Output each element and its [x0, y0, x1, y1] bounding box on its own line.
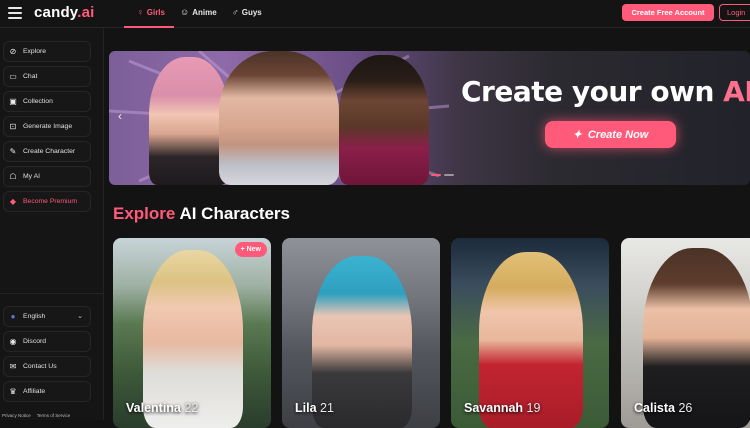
new-badge: + New — [234, 242, 267, 257]
sidebar-divider — [0, 293, 103, 294]
menu-icon[interactable] — [8, 7, 22, 19]
character-name: Savannah 19 — [464, 401, 540, 415]
mail-icon: ✉ — [9, 362, 17, 371]
section-title-main: AI Characters — [175, 204, 291, 223]
sidebar-item-affiliate[interactable]: ♛ Affiliate — [3, 381, 91, 402]
discord-icon: ◉ — [9, 337, 17, 346]
create-now-button[interactable]: ✦ Create Now — [545, 121, 676, 148]
sidebar-item-explore[interactable]: ⊘ Explore — [3, 41, 91, 62]
sidebar-item-label: Affiliate — [23, 388, 46, 395]
compass-icon: ⊘ — [9, 47, 17, 56]
logo-text: candy — [34, 4, 78, 21]
trophy-icon: ♛ — [9, 387, 17, 396]
character-card-calista[interactable]: Calista 26 — [621, 238, 750, 428]
tab-label: Anime — [192, 7, 217, 17]
sidebar-item-discord[interactable]: ◉ Discord — [3, 331, 91, 352]
tab-label: Girls — [146, 7, 165, 17]
active-tab-indicator — [124, 26, 174, 28]
robot-icon: ☖ — [9, 172, 17, 181]
carousel-dot[interactable] — [431, 174, 441, 176]
language-label: English — [23, 313, 46, 320]
banner-title: Create your own AI Girlfriend — [461, 75, 750, 108]
magic-wand-icon: ✎ — [9, 147, 17, 156]
top-bar: candy.ai ♀ Girls ☺ Anime ♂ Guys Create F… — [0, 0, 750, 28]
footer-links: Privacy Notice Terms of Service — [2, 413, 70, 418]
privacy-link[interactable]: Privacy Notice — [2, 413, 31, 418]
us-flag-icon: ● — [10, 312, 16, 321]
sidebar-item-label: Create Character — [23, 148, 76, 155]
character-card-savannah[interactable]: Savannah 19 — [451, 238, 609, 428]
character-age: 19 — [526, 401, 541, 415]
chevron-down-icon: ⌄ — [77, 313, 83, 320]
sidebar-item-label: Generate Image — [23, 123, 73, 130]
banner-character-center — [219, 51, 339, 185]
tab-girls[interactable]: ♀ Girls — [137, 7, 165, 17]
character-name-text: Calista — [634, 401, 675, 415]
magic-wand-icon: ✦ — [572, 129, 582, 141]
banner-character-left — [149, 57, 229, 185]
tab-label: Guys — [241, 7, 262, 17]
logo[interactable]: candy.ai — [34, 4, 95, 21]
sparkle-image-icon: ⊡ — [9, 122, 17, 131]
female-symbol-icon: ♀ — [137, 7, 144, 17]
character-name: Lila 21 — [295, 401, 334, 415]
sidebar: ⊘ Explore ▭ Chat ▣ Collection ⊡ Generate… — [0, 28, 104, 420]
terms-link[interactable]: Terms of Service — [37, 413, 71, 418]
logo-accent: .ai — [77, 4, 95, 21]
character-age: 26 — [678, 401, 693, 415]
character-name-text: Lila — [295, 401, 317, 415]
sidebar-item-label: My AI — [23, 173, 40, 180]
male-symbol-icon: ♂ — [232, 7, 239, 17]
sidebar-item-become-premium[interactable]: ◆ Become Premium — [3, 191, 91, 212]
character-card-valentina[interactable]: + New Valentina 22 — [113, 238, 271, 428]
sidebar-item-label: Explore — [23, 48, 47, 55]
character-name: Calista 26 — [634, 401, 692, 415]
login-button[interactable]: Login — [719, 4, 750, 21]
character-age: 21 — [320, 401, 334, 415]
sidebar-item-label: Collection — [23, 98, 53, 105]
carousel-prev-icon[interactable]: ‹ — [118, 109, 122, 123]
carousel-dots — [431, 174, 454, 176]
sidebar-item-create-character[interactable]: ✎ Create Character — [3, 141, 91, 162]
chat-bubble-icon: ▭ — [9, 72, 17, 81]
language-select[interactable]: ● English ⌄ — [3, 306, 91, 327]
sidebar-item-collection[interactable]: ▣ Collection — [3, 91, 91, 112]
character-name: Valentina 22 — [126, 401, 198, 415]
create-free-account-button[interactable]: Create Free Account — [622, 4, 714, 21]
sidebar-item-chat[interactable]: ▭ Chat — [3, 66, 91, 87]
anime-face-icon: ☺ — [180, 7, 190, 17]
character-name-text: Valentina — [126, 401, 181, 415]
diamond-icon: ◆ — [9, 197, 17, 206]
image-gallery-icon: ▣ — [9, 97, 17, 106]
hero-banner[interactable]: ‹ Create your own AI Girlfriend ✦ Create… — [109, 51, 750, 185]
banner-title-main: Create your own — [461, 75, 724, 108]
sidebar-item-my-ai[interactable]: ☖ My AI — [3, 166, 91, 187]
tab-anime[interactable]: ☺ Anime — [180, 7, 217, 17]
create-now-label: Create Now — [587, 128, 649, 141]
character-name-text: Savannah — [464, 401, 524, 415]
sidebar-item-contact-us[interactable]: ✉ Contact Us — [3, 356, 91, 377]
carousel-dot[interactable] — [444, 174, 454, 176]
sidebar-item-label: Chat — [23, 73, 38, 80]
character-age: 22 — [184, 401, 199, 415]
tab-guys[interactable]: ♂ Guys — [232, 7, 262, 17]
banner-character-right — [339, 55, 429, 185]
banner-title-accent: AI Girlfriend — [723, 75, 750, 108]
sidebar-item-label: Contact Us — [23, 363, 57, 370]
section-title-accent: Explore — [113, 204, 176, 223]
section-title: Explore AI Characters — [113, 204, 290, 224]
character-card-lila[interactable]: Lila 21 — [282, 238, 440, 428]
sidebar-item-label: Discord — [23, 338, 47, 345]
sidebar-item-label: Become Premium — [23, 198, 78, 205]
sidebar-item-generate-image[interactable]: ⊡ Generate Image — [3, 116, 91, 137]
